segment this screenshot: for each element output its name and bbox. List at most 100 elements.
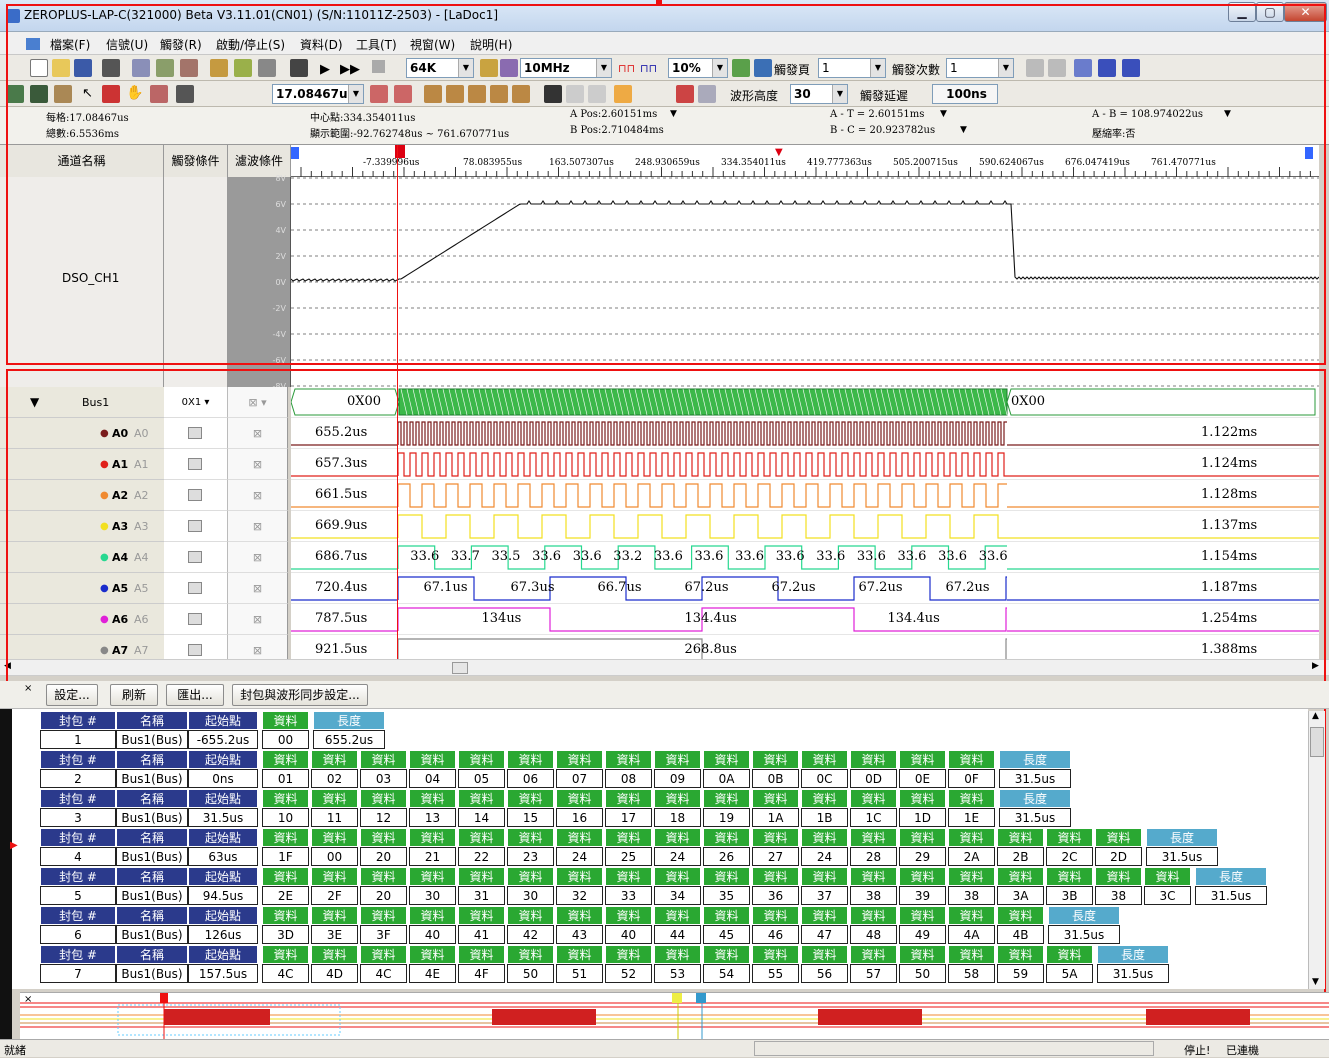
config-icon[interactable] <box>290 59 308 77</box>
channel-trigger-cell[interactable] <box>164 418 228 449</box>
channel-waveform[interactable]: 657.3us 1.124ms <box>291 449 1319 480</box>
hand-icon[interactable]: ✋ <box>126 85 143 101</box>
run-icon[interactable]: ▶ <box>320 62 330 77</box>
trigger-cursor-line[interactable] <box>397 145 398 659</box>
bar-b-icon[interactable] <box>446 85 464 103</box>
channel-trigger-cell[interactable] <box>164 449 228 480</box>
run-repeat-icon[interactable]: ▶▶ <box>340 62 360 77</box>
marker-icon[interactable] <box>102 85 120 103</box>
bar-a-icon[interactable] <box>424 85 442 103</box>
channel-trigger-cell[interactable] <box>164 542 228 573</box>
close-icon[interactable]: ✕ <box>1284 2 1327 22</box>
scroll-up-icon[interactable]: ▲ <box>1312 711 1319 721</box>
channel-waveform[interactable]: 787.5us 1.254ms 134us 134.4us 134.4us <box>291 604 1319 635</box>
search-prev-icon[interactable] <box>1074 59 1092 77</box>
channel-filter-cell[interactable]: ⊠ <box>228 511 288 542</box>
memory-down-icon[interactable] <box>500 59 518 77</box>
find-icon[interactable] <box>544 85 562 103</box>
memory-select[interactable]: 64K ▼ <box>406 58 474 78</box>
zoom-in-icon[interactable] <box>370 85 388 103</box>
search-next-icon[interactable] <box>1098 59 1116 77</box>
display-mode-icon[interactable] <box>176 85 194 103</box>
close-panel-icon[interactable]: × <box>24 683 32 694</box>
bus-icon[interactable] <box>180 59 198 77</box>
bus-waveform[interactable]: 0X00 0X00 <box>291 387 1319 418</box>
cursor-a-icon[interactable] <box>1026 59 1044 77</box>
bus-decode-icon[interactable] <box>676 85 694 103</box>
channel-name-header[interactable]: 通道名稱 <box>0 145 164 177</box>
trigger-pattern-icon[interactable] <box>258 59 276 77</box>
percent-select[interactable]: 10% ▼ <box>668 58 728 78</box>
channel-waveform[interactable]: 720.4us 1.187ms 67.1us 67.3us 66.7us 67.2us 67… <box>291 573 1319 604</box>
trigger-page-select[interactable]: 1 ▼ <box>818 58 886 78</box>
new-file-icon[interactable] <box>30 59 48 77</box>
dso-trigger-cell[interactable] <box>164 177 228 387</box>
timer-icon[interactable] <box>614 85 632 103</box>
menu-run-stop[interactable]: 啟動/停止(S) <box>216 36 285 53</box>
channel-row-name[interactable]: ● A6 A6 <box>0 604 164 635</box>
close-overview-icon[interactable]: × <box>24 994 32 1005</box>
channel-waveform[interactable]: 661.5us 1.128ms <box>291 480 1319 511</box>
channel-row-name[interactable]: ● A3 A3 <box>0 511 164 542</box>
scroll-left-icon[interactable]: ◀ <box>4 661 11 671</box>
menu-signal[interactable]: 信號(U) <box>106 36 148 53</box>
b-c-dropdown[interactable]: ▼ <box>960 125 967 135</box>
a-t-dropdown[interactable]: ▼ <box>940 109 947 119</box>
unit-select[interactable]: 17.08467u ▼ <box>272 84 364 104</box>
a-pos-dropdown[interactable]: ▼ <box>670 109 677 119</box>
zoom-out-icon[interactable] <box>394 85 412 103</box>
frequency-select[interactable]: 10MHz ▼ <box>520 58 612 78</box>
table-scroll-thumb[interactable] <box>1310 727 1324 757</box>
search-icon[interactable] <box>1122 59 1140 77</box>
channel-waveform[interactable]: 686.7us 1.154ms 33.6 33.7 33.5 33.6 33.6 33.2 33… <box>291 542 1319 573</box>
scroll-down-icon[interactable]: ▼ <box>1312 977 1319 987</box>
channel-trigger-cell[interactable] <box>164 604 228 635</box>
channel-filter-cell[interactable]: ⊠ <box>228 542 288 573</box>
menu-help[interactable]: 說明(H) <box>470 36 512 53</box>
overview-panel[interactable] <box>20 992 1329 1040</box>
bus-trigger-cell[interactable]: 0X1 ▾ <box>164 387 228 418</box>
channel-filter-cell[interactable]: ⊠ <box>228 449 288 480</box>
channel-filter-cell[interactable]: ⊠ <box>228 418 288 449</box>
menu-window[interactable]: 視窗(W) <box>410 36 455 53</box>
table-vertical-scrollbar[interactable]: ▲ ▼ <box>1308 711 1325 989</box>
channel-row-name[interactable]: ● A0 A0 <box>0 418 164 449</box>
channel-filter-cell[interactable]: ⊠ <box>228 480 288 511</box>
sync-settings-button[interactable]: 封包與波形同步設定... <box>232 684 368 706</box>
trigger-count-select[interactable]: 1 ▼ <box>946 58 1014 78</box>
channel-icon[interactable] <box>132 59 150 77</box>
filter-header[interactable]: 濾波條件 <box>228 145 291 177</box>
snapshot-icon[interactable] <box>150 85 168 103</box>
bar-c-icon[interactable] <box>468 85 486 103</box>
right-bound-icon[interactable] <box>1305 147 1313 159</box>
bar-t-icon[interactable] <box>490 85 508 103</box>
next-icon[interactable] <box>588 85 606 103</box>
trigger-prev-icon[interactable] <box>732 59 750 77</box>
channel-trigger-cell[interactable] <box>164 480 228 511</box>
trigger-level-icon[interactable] <box>234 59 252 77</box>
scroll-right-icon[interactable]: ▶ <box>1312 661 1319 671</box>
channel-trigger-cell[interactable] <box>164 573 228 604</box>
bus-row-name[interactable]: ▼ Bus1 <box>0 387 164 418</box>
trigger-edge-icon[interactable] <box>210 59 228 77</box>
dso-waveform-panel[interactable] <box>290 177 1320 387</box>
maximize-icon[interactable]: ▢ <box>1256 2 1284 22</box>
a-b-dropdown[interactable]: ▼ <box>1224 109 1231 119</box>
memory-up-icon[interactable] <box>480 59 498 77</box>
dso-channel-name-cell[interactable]: DSO_CH1 <box>0 177 164 387</box>
save-icon[interactable] <box>74 59 92 77</box>
channel-filter-cell[interactable]: ⊠ <box>228 604 288 635</box>
palette-icon[interactable] <box>54 85 72 103</box>
prev-icon[interactable] <box>566 85 584 103</box>
packet-table[interactable]: 封包 # 名稱 起始點 1 Bus1(Bus) -655.2us 資料 00 長度 655.2us… <box>12 709 1308 989</box>
settings-button[interactable]: 設定... <box>46 684 98 706</box>
time-ruler[interactable]: -7.339996us 78.083955us 163.507307us 248… <box>291 145 1319 177</box>
channel-row-name[interactable]: ● A1 A1 <box>0 449 164 480</box>
refresh-button[interactable]: 刷新 <box>110 684 158 706</box>
menu-file[interactable]: 檔案(F) <box>50 36 90 53</box>
bus-filter-cell[interactable]: ⊠ ▾ <box>228 387 288 418</box>
trigger-delay-field[interactable]: 100ns <box>932 84 998 104</box>
table-view-icon[interactable] <box>30 85 48 103</box>
horizontal-scrollbar[interactable]: ◀ ▶ <box>0 659 1329 676</box>
cursor-b-icon[interactable] <box>1048 59 1066 77</box>
